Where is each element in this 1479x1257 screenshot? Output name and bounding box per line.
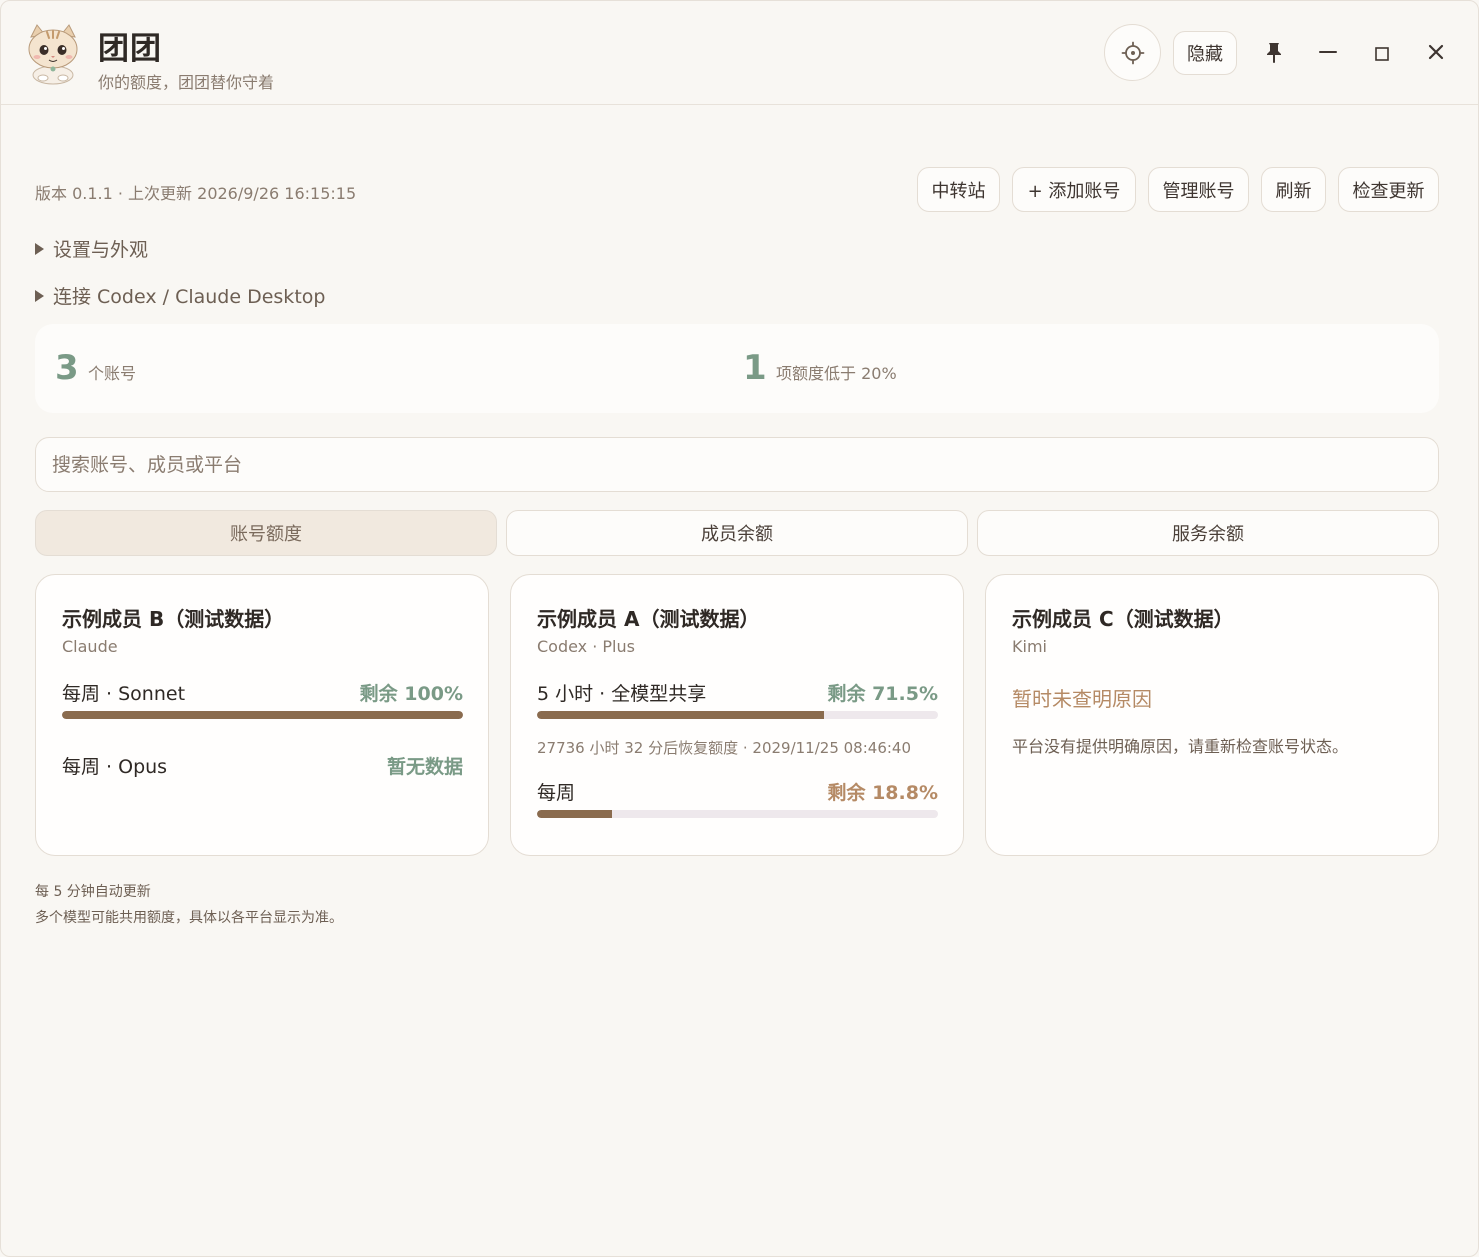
cat-logo-icon: [25, 23, 81, 85]
quota-share-note: 多个模型可能共用额度，具体以各平台显示为准。: [35, 910, 343, 926]
account-card[interactable]: 示例成员 C（测试数据） Kimi 暂时未查明原因 平台没有提供明确原因，请重新…: [985, 574, 1439, 856]
quota-progress-fill: [537, 711, 824, 719]
maximize-icon: [1375, 47, 1389, 61]
theme-toggle-button[interactable]: [1104, 24, 1161, 81]
quota-remaining: 剩余 100%: [359, 683, 463, 705]
quota-progress-fill: [62, 711, 463, 719]
minimize-button[interactable]: [1313, 37, 1343, 67]
connect-section-label: 连接 Codex / Claude Desktop: [53, 286, 326, 308]
quota-progress-fill: [537, 810, 613, 818]
check-update-button[interactable]: 检查更新: [1338, 167, 1439, 212]
minimize-icon: [1319, 51, 1337, 53]
settings-section-toggle[interactable]: 设置与外观: [35, 235, 148, 262]
app-subtitle: 你的额度，团团替你守着: [98, 73, 275, 92]
error-title: 暂时未查明原因: [1012, 687, 1152, 711]
pin-button[interactable]: [1259, 37, 1289, 67]
app-title: 团团: [98, 31, 162, 67]
quota-progress-bar: [537, 711, 938, 719]
manage-accounts-button[interactable]: 管理账号: [1148, 167, 1249, 212]
maximize-button[interactable]: [1367, 39, 1397, 69]
card-platform: Claude: [62, 637, 118, 656]
error-message: 平台没有提供明确原因，请重新检查账号状态。: [1012, 737, 1349, 756]
pin-icon: [1267, 43, 1281, 63]
quota-progress-bar: [62, 711, 463, 719]
low-quota-count: 1: [743, 348, 767, 388]
low-quota-label: 项额度低于 20%: [776, 364, 897, 383]
add-account-button[interactable]: + 添加账号: [1012, 167, 1136, 212]
quota-label: 每周 · Sonnet: [62, 683, 186, 705]
quota-remaining: 剩余 71.5%: [827, 683, 938, 705]
account-card[interactable]: 示例成员 B（测试数据） Claude 每周 · Sonnet 剩余 100% …: [35, 574, 489, 856]
account-card[interactable]: 示例成员 A（测试数据） Codex · Plus 5 小时 · 全模型共享 剩…: [510, 574, 964, 856]
close-button[interactable]: [1421, 37, 1451, 67]
expand-triangle-icon: [35, 242, 44, 255]
quota-label: 每周 · Opus: [62, 756, 168, 778]
accounts-count: 3: [55, 348, 79, 388]
tab-member-balance[interactable]: 成员余额: [506, 510, 968, 556]
quota-progress-bar: [537, 810, 938, 818]
card-title: 示例成员 A（测试数据）: [537, 607, 760, 631]
tab-account-quota[interactable]: 账号额度: [35, 510, 497, 556]
quota-reset-info: 27736 小时 32 分后恢复额度 · 2029/11/25 08:46:40: [537, 739, 912, 757]
close-icon: [1428, 44, 1444, 60]
quota-label: 5 小时 · 全模型共享: [537, 683, 707, 705]
settings-section-label: 设置与外观: [53, 239, 149, 261]
relay-button[interactable]: 中转站: [917, 167, 1000, 212]
hide-button[interactable]: 隐藏: [1173, 31, 1237, 75]
title-bar[interactable]: 团团 你的额度，团团替你守着 隐藏: [1, 1, 1478, 105]
accounts-count-label: 个账号: [88, 364, 137, 383]
stats-panel: 3 个账号 1 项额度低于 20%: [35, 324, 1439, 413]
quota-remaining: 剩余 18.8%: [827, 782, 938, 804]
app-window: 团团 你的额度，团团替你守着 隐藏 版本 0.1.1 · 上次更新 2026/9…: [0, 0, 1479, 1257]
quota-label: 每周: [537, 782, 576, 804]
card-title: 示例成员 B（测试数据）: [62, 607, 285, 631]
card-title: 示例成员 C（测试数据）: [1012, 607, 1234, 631]
search-input[interactable]: [35, 437, 1439, 492]
card-platform: Kimi: [1012, 637, 1047, 656]
card-platform: Codex · Plus: [537, 637, 635, 656]
auto-update-note: 每 5 分钟自动更新: [35, 884, 151, 900]
tab-service-balance[interactable]: 服务余额: [977, 510, 1439, 556]
quota-remaining: 暂无数据: [386, 756, 463, 778]
expand-triangle-icon: [35, 289, 44, 302]
connect-section-toggle[interactable]: 连接 Codex / Claude Desktop: [35, 282, 325, 309]
refresh-button[interactable]: 刷新: [1261, 167, 1326, 212]
version-info: 版本 0.1.1 · 上次更新 2026/9/26 16:15:15: [35, 184, 357, 203]
sun-icon: [1121, 41, 1144, 64]
